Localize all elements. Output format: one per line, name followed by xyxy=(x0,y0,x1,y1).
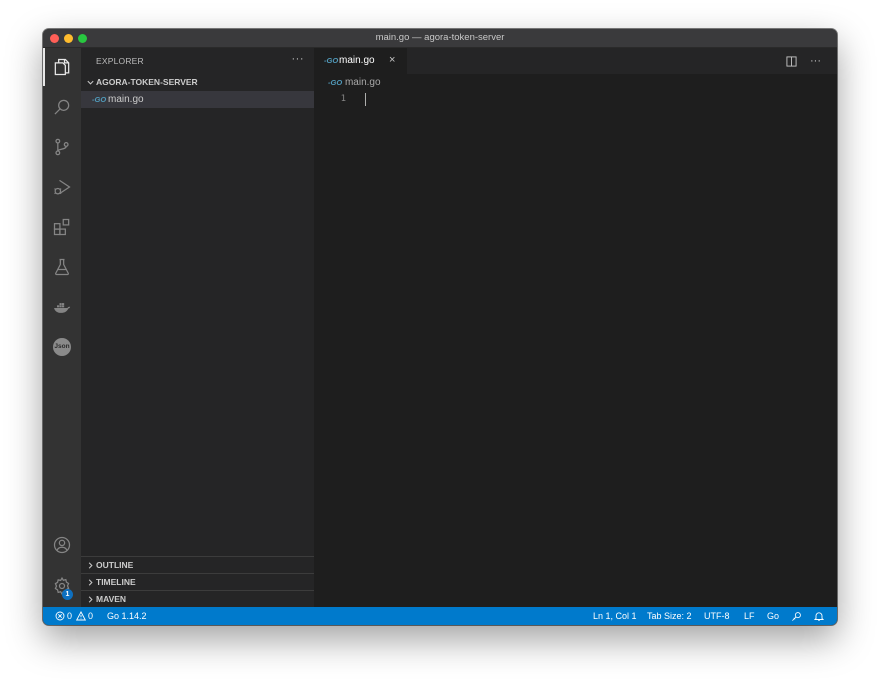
go-file-icon: -GO xyxy=(92,95,107,104)
tab-main-go[interactable]: -GO main.go × xyxy=(314,48,407,74)
breadcrumb[interactable]: -GO main.go xyxy=(328,76,381,90)
go-file-icon: -GO xyxy=(328,78,343,87)
cursor-position[interactable]: Ln 1, Col 1 xyxy=(593,607,637,625)
account-icon[interactable] xyxy=(43,526,81,564)
explorer-header: EXPLORER ··· xyxy=(81,48,314,74)
extensions-icon[interactable] xyxy=(43,208,81,246)
settings-badge: 1 xyxy=(62,589,73,600)
title-bar: main.go — agora-token-server xyxy=(43,29,837,48)
warning-count: 0 xyxy=(88,611,94,621)
testing-icon[interactable] xyxy=(43,248,81,286)
maven-section-header[interactable]: MAVEN xyxy=(81,590,314,607)
text-cursor xyxy=(365,93,366,106)
go-file-icon: -GO xyxy=(324,56,339,65)
breadcrumb-file-name: main.go xyxy=(344,77,381,88)
run-debug-icon[interactable] xyxy=(43,168,81,206)
window-title: main.go — agora-token-server xyxy=(375,32,505,43)
go-version[interactable]: Go 1.14.2 xyxy=(107,607,147,625)
feedback-icon[interactable] xyxy=(791,607,802,625)
files-icon[interactable] xyxy=(43,48,81,86)
folder-name: AGORA-TOKEN-SERVER xyxy=(96,77,198,87)
explorer-more-actions-icon[interactable]: ··· xyxy=(292,48,305,74)
json-icon-label: Json xyxy=(53,338,71,356)
timeline-section-header[interactable]: TIMELINE xyxy=(81,573,314,590)
vscode-window: main.go — agora-token-server Json 1 EXPL… xyxy=(43,29,837,625)
timeline-label: TIMELINE xyxy=(96,577,136,587)
error-count: 0 xyxy=(67,611,73,621)
language-mode[interactable]: Go xyxy=(767,607,779,625)
chevron-right-icon xyxy=(85,574,95,591)
tab-size[interactable]: Tab Size: 2 xyxy=(647,607,692,625)
explorer-sidebar: EXPLORER ··· AGORA-TOKEN-SERVER -GO main… xyxy=(81,48,314,607)
editor-area: -GO main.go × ··· -GO main.go 1 xyxy=(314,48,837,607)
outline-section-header[interactable]: OUTLINE xyxy=(81,556,314,573)
search-icon[interactable] xyxy=(43,88,81,126)
chevron-right-icon xyxy=(85,591,95,608)
file-name: main.go xyxy=(108,94,144,105)
docker-icon[interactable] xyxy=(43,288,81,326)
folder-header[interactable]: AGORA-TOKEN-SERVER xyxy=(81,74,314,91)
tab-label: main.go xyxy=(339,55,375,66)
editor-tab-bar: -GO main.go × ··· xyxy=(314,48,837,74)
problems-indicator[interactable]: 0 0 xyxy=(55,607,93,625)
json-icon[interactable]: Json xyxy=(43,328,81,366)
activity-bar: Json 1 xyxy=(43,48,81,607)
line-number: 1 xyxy=(340,94,346,104)
editor-more-actions-icon[interactable]: ··· xyxy=(810,48,821,74)
outline-label: OUTLINE xyxy=(96,560,134,570)
maven-label: MAVEN xyxy=(96,594,127,604)
close-icon[interactable]: × xyxy=(389,48,395,74)
source-control-icon[interactable] xyxy=(43,128,81,166)
end-of-line[interactable]: LF xyxy=(744,607,755,625)
chevron-down-icon xyxy=(85,74,95,91)
warning-icon xyxy=(76,611,87,621)
file-item-main-go[interactable]: -GO main.go xyxy=(81,91,314,108)
chevron-right-icon xyxy=(85,557,95,574)
settings-gear-icon[interactable]: 1 xyxy=(43,567,81,605)
notifications-bell-icon[interactable] xyxy=(814,607,824,625)
split-editor-icon[interactable] xyxy=(786,48,797,74)
explorer-title: EXPLORER xyxy=(96,56,144,66)
error-icon xyxy=(55,611,65,621)
file-encoding[interactable]: UTF-8 xyxy=(704,607,730,625)
status-bar: 0 0 Go 1.14.2 Ln 1, Col 1 Tab Size: 2 UT… xyxy=(43,607,837,625)
